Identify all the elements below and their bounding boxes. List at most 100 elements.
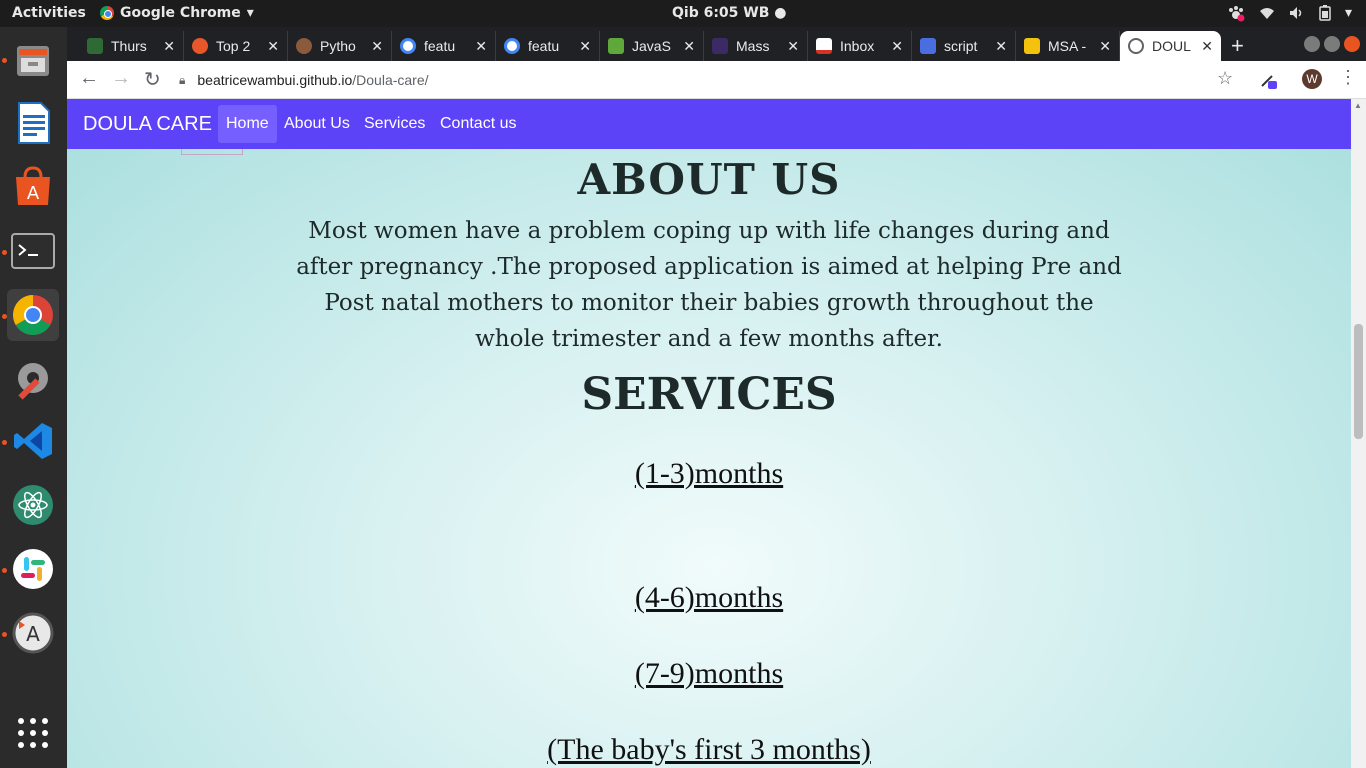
close-icon[interactable]: ✕ <box>787 38 799 55</box>
tab-favicon-icon <box>87 38 103 54</box>
page-viewport: ABOUT US Most women have a problem copin… <box>67 99 1366 768</box>
maximize-button[interactable] <box>1324 36 1340 52</box>
tab-label: Top 2 <box>216 38 251 54</box>
dock-chrome[interactable] <box>7 289 59 341</box>
clock[interactable]: Qib 6:05 WB ● <box>672 5 787 21</box>
browser-tab[interactable]: Top 2 ✕ <box>184 31 288 61</box>
service-link-1-3-months[interactable]: (1-3)months <box>67 457 1351 491</box>
scrollbar-thumb[interactable] <box>1354 324 1363 439</box>
browser-tab-active[interactable]: DOUL ✕ <box>1120 31 1221 61</box>
notification-dot-icon: ● <box>774 5 787 21</box>
volume-icon[interactable] <box>1289 6 1305 20</box>
chrome-icon <box>13 295 53 335</box>
forward-arrow-icon[interactable]: → <box>111 67 131 90</box>
services-title: SERVICES <box>581 369 837 420</box>
wifi-icon[interactable] <box>1259 6 1275 20</box>
dock-vscode[interactable] <box>7 415 59 467</box>
close-icon[interactable]: ✕ <box>579 38 591 55</box>
nav-services[interactable]: Services <box>356 105 433 143</box>
service-link-7-9-months[interactable]: (7-9)months <box>67 657 1351 691</box>
vscode-icon <box>14 423 52 459</box>
system-tray[interactable]: ▾ <box>1227 4 1352 22</box>
browser-tab[interactable]: Pytho ✕ <box>288 31 392 61</box>
dock-settings[interactable] <box>7 352 59 404</box>
tab-label: script <box>944 38 978 54</box>
reload-icon[interactable]: ↻ <box>144 67 161 92</box>
service-link-first-3-months[interactable]: (The baby's first 3 months) <box>67 733 1351 767</box>
tab-label: DOUL <box>1152 38 1191 54</box>
site-navbar: DOULA CARE Home About Us Services Contac… <box>67 99 1351 149</box>
browser-tab[interactable]: script ✕ <box>912 31 1016 61</box>
paw-indicator-icon[interactable] <box>1227 4 1245 22</box>
files-icon <box>17 46 49 76</box>
tab-label: Thurs <box>111 38 147 54</box>
lock-icon[interactable]: 🔒︎ <box>179 73 185 88</box>
browser-tab[interactable]: Thurs ✕ <box>79 31 184 61</box>
gmail-icon <box>816 38 832 54</box>
system-menu-chevron-icon[interactable]: ▾ <box>1345 5 1352 21</box>
chevron-down-icon: ▾ <box>246 5 254 21</box>
browser-tab[interactable]: MSA - ✕ <box>1016 31 1120 61</box>
terminal-icon <box>11 233 55 269</box>
tab-label: featu <box>424 38 456 54</box>
browser-tab[interactable]: featu ✕ <box>392 31 496 61</box>
back-arrow-icon[interactable]: ← <box>79 67 99 90</box>
close-icon[interactable]: ✕ <box>267 38 279 55</box>
dock: A A <box>0 27 67 768</box>
app-menu[interactable]: Google Chrome ▾ <box>100 5 254 21</box>
bookmark-star-icon[interactable]: ☆ <box>1217 68 1233 89</box>
dock-writer[interactable] <box>7 97 59 149</box>
dock-software-center[interactable]: A <box>7 160 59 212</box>
updater-icon: A <box>12 612 54 654</box>
slack-icon <box>13 549 53 589</box>
scrollbar[interactable]: ▲ <box>1351 99 1366 768</box>
dock-software-updater[interactable]: A <box>7 607 59 659</box>
tab-label: Mass <box>736 38 770 54</box>
close-icon[interactable]: ✕ <box>475 38 487 55</box>
docs-icon <box>920 38 936 54</box>
new-tab-button[interactable]: + <box>1231 33 1244 59</box>
tab-label: MSA - <box>1048 38 1087 54</box>
close-icon[interactable]: ✕ <box>163 38 175 55</box>
browser-tab[interactable]: JavaS ✕ <box>600 31 704 61</box>
close-icon[interactable]: ✕ <box>371 38 383 55</box>
close-icon[interactable]: ✕ <box>1099 38 1111 55</box>
minimize-button[interactable] <box>1304 36 1320 52</box>
close-icon[interactable]: ✕ <box>1201 38 1213 55</box>
kebab-menu-icon[interactable]: ⋮ <box>1339 67 1357 88</box>
w3schools-icon <box>608 38 624 54</box>
dock-slack[interactable] <box>7 543 59 595</box>
nav-about-us[interactable]: About Us <box>276 105 358 143</box>
dock-files[interactable] <box>7 34 59 86</box>
close-window-button[interactable] <box>1344 36 1360 52</box>
address-bar[interactable]: 🔒︎ beatricewambui.github.io/Doula-care/ <box>179 66 1219 94</box>
tab-favicon-icon <box>712 38 728 54</box>
profile-avatar[interactable]: W <box>1302 69 1322 89</box>
browser-tab[interactable]: featu ✕ <box>496 31 600 61</box>
writer-icon <box>18 102 50 144</box>
close-icon[interactable]: ✕ <box>683 38 695 55</box>
battery-icon[interactable] <box>1319 5 1331 21</box>
activities-button[interactable]: Activities <box>12 5 86 21</box>
site-brand[interactable]: DOULA CARE <box>83 113 212 136</box>
browser-tab[interactable]: Inbox ✕ <box>808 31 912 61</box>
google-icon <box>504 38 520 54</box>
chrome-icon <box>100 6 114 20</box>
atom-icon <box>13 485 53 525</box>
tab-favicon-icon <box>296 38 312 54</box>
extension-icon[interactable] <box>1259 70 1279 90</box>
close-icon[interactable]: ✕ <box>891 38 903 55</box>
nav-contact-us[interactable]: Contact us <box>432 105 524 143</box>
dock-atom[interactable] <box>7 479 59 531</box>
service-link-4-6-months[interactable]: (4-6)months <box>67 581 1351 615</box>
dock-terminal[interactable] <box>7 225 59 277</box>
browser-toolbar: ← → ↻ 🔒︎ beatricewambui.github.io/Doula-… <box>67 61 1366 99</box>
dock-show-applications[interactable] <box>7 707 59 759</box>
tab-label: JavaS <box>632 38 671 54</box>
close-icon[interactable]: ✕ <box>995 38 1007 55</box>
about-paragraph: Most women have a problem coping up with… <box>296 218 1122 352</box>
system-top-bar: Activities Google Chrome ▾ Qib 6:05 WB ●… <box>0 0 1366 27</box>
scroll-up-icon[interactable]: ▲ <box>1354 101 1362 110</box>
nav-home[interactable]: Home <box>218 105 277 143</box>
browser-tab[interactable]: Mass ✕ <box>704 31 808 61</box>
